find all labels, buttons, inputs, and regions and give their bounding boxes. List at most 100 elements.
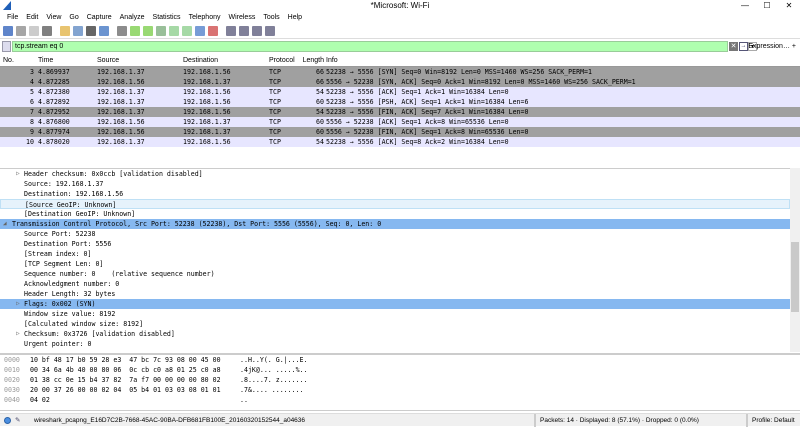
detail-line[interactable]: ▷ Header checksum: 0x0ccb [validation dis… [0, 169, 790, 179]
detail-text: Checksum: 0x3726 [validation disabled] [24, 330, 175, 338]
detail-line[interactable]: ▷ Checksum: 0x3726 [validation disabled] [0, 329, 790, 339]
menu-capture[interactable]: Capture [83, 12, 116, 24]
packet-len: 66 [316, 68, 324, 76]
reload-icon[interactable] [99, 26, 109, 36]
detail-line[interactable]: ▷ Flags: 0x002 (SYN) [0, 299, 790, 309]
resize-columns-icon[interactable] [265, 26, 275, 36]
capture-options-icon[interactable] [42, 26, 52, 36]
hex-ascii[interactable]: .. [240, 395, 248, 405]
packet-row[interactable]: 6 4.872892 192.168.1.37 192.168.1.56 TCP 60 52… [0, 97, 800, 107]
menu-analyze[interactable]: Analyze [116, 12, 149, 24]
packet-row[interactable]: 4 4.872285 192.168.1.56 192.168.1.37 TCP 66 55… [0, 77, 800, 87]
zoom-out-icon[interactable] [239, 26, 249, 36]
hex-ascii[interactable]: .8....7. z....... [240, 375, 308, 385]
hex-bytes[interactable]: 20 00 37 26 00 00 02 04 05 b4 01 03 03 0… [30, 385, 221, 395]
expression-button[interactable]: Expression… + [748, 41, 796, 52]
menu-telephony[interactable]: Telephony [185, 12, 225, 24]
apply-filter-icon[interactable]: → [739, 42, 748, 51]
column-header-source[interactable]: Source [97, 56, 119, 66]
menu-view[interactable]: View [42, 12, 65, 24]
detail-line: Source: 192.168.1.37 [0, 179, 790, 189]
column-header-length[interactable]: Length [302, 56, 324, 66]
detail-line: Source Port: 52238 [0, 229, 790, 239]
hex-bytes[interactable]: 10 bf 48 17 b0 59 28 e3 47 bc 7c 93 08 0… [30, 355, 221, 365]
bookmark-icon[interactable] [2, 41, 11, 52]
menu-file[interactable]: File [3, 12, 22, 24]
menu-help[interactable]: Help [284, 12, 306, 24]
hex-ascii[interactable]: .7&.... ........ [240, 385, 304, 395]
packet-row[interactable]: 5 4.872380 192.168.1.37 192.168.1.56 TCP 54 52… [0, 87, 800, 97]
packet-len: 66 [316, 78, 324, 86]
packet-len: 54 [316, 108, 324, 116]
main-toolbar [0, 24, 800, 39]
column-header-destination[interactable]: Destination [183, 56, 218, 66]
expander-icon[interactable]: ▷ [16, 299, 20, 309]
menu-go[interactable]: Go [65, 12, 82, 24]
display-filter-input[interactable]: tcp.stream eq 0 [12, 41, 728, 52]
close-file-icon[interactable] [86, 26, 96, 36]
display-filter-bar: tcp.stream eq 0 ✕ → ▾ Expression… + [0, 40, 800, 53]
menu-bar: File Edit View Go Capture Analyze Statistics Te… [0, 12, 800, 24]
colorize-icon[interactable] [208, 26, 218, 36]
stop-capture-icon[interactable] [16, 26, 26, 36]
packet-row[interactable]: 7 4.872952 192.168.1.37 192.168.1.56 TCP 54 52… [0, 107, 800, 117]
detail-line[interactable]: ◢ Transmission Control Protocol, Src Port… [0, 219, 790, 229]
menu-statistics[interactable]: Statistics [149, 12, 185, 24]
packet-len: 54 [316, 138, 324, 146]
packet-proto: TCP [269, 98, 281, 106]
expander-icon[interactable]: ▷ [16, 329, 20, 339]
hex-ascii[interactable]: .4jK@... .....%.. [240, 365, 308, 375]
detail-text: Sequence number: 0 (relative sequence nu… [24, 270, 215, 278]
hex-bytes[interactable]: 00 34 6a 4b 40 00 80 06 0c cb c0 a8 01 2… [30, 365, 221, 375]
zoom-normal-icon[interactable] [252, 26, 262, 36]
hex-offset: 0000 [4, 356, 20, 364]
detail-line: Destination Port: 5556 [0, 239, 790, 249]
column-header-protocol[interactable]: Protocol [269, 56, 295, 66]
menu-wireless[interactable]: Wireless [224, 12, 259, 24]
packet-list: 3 4.869937 192.168.1.37 192.168.1.56 TCP 66 52… [0, 67, 800, 147]
packet-info: 5556 → 52238 [ACK] Seq=1 Ack=8 Win=65536… [326, 118, 509, 126]
detail-text: [Calculated window size: 8192] [24, 320, 144, 328]
profile-label[interactable]: Profile: Default [746, 414, 795, 427]
column-header-time[interactable]: Time [38, 56, 53, 66]
packet-row[interactable]: 3 4.869937 192.168.1.37 192.168.1.56 TCP 66 52… [0, 67, 800, 77]
autoscroll-icon[interactable] [195, 26, 205, 36]
hex-bytes[interactable]: 01 38 cc 0e 15 b4 37 82 7a f7 00 00 00 0… [30, 375, 221, 385]
open-file-icon[interactable] [60, 26, 70, 36]
capture-comment-icon[interactable]: ✎ [15, 414, 20, 427]
expander-icon[interactable]: ◢ [3, 219, 7, 229]
go-last-icon[interactable] [182, 26, 192, 36]
menu-tools[interactable]: Tools [259, 12, 283, 24]
column-header-info[interactable]: Info [326, 56, 338, 66]
zoom-in-icon[interactable] [226, 26, 236, 36]
capture-file-name: wireshark_pcapng_E16D7C2B-7668-45AC-90BA… [34, 417, 306, 424]
details-scrollbar[interactable] [790, 168, 800, 352]
expert-info-icon[interactable] [4, 417, 11, 424]
packet-row[interactable]: 9 4.877974 192.168.1.56 192.168.1.37 TCP 60 55… [0, 127, 800, 137]
packet-row[interactable]: 10 4.878020 192.168.1.37 192.168.1.56 TCP 54 5… [0, 137, 800, 147]
go-to-packet-icon[interactable] [156, 26, 166, 36]
hex-bytes[interactable]: 04 02 [30, 395, 50, 405]
hex-ascii[interactable]: ..H..Y(. G.|...E. [240, 355, 308, 365]
packet-row[interactable]: 8 4.876800 192.168.1.56 192.168.1.37 TCP 60 55… [0, 117, 800, 127]
add-filter-button[interactable]: + [792, 43, 796, 50]
save-file-icon[interactable] [73, 26, 83, 36]
packet-dst: 192.168.1.56 [183, 88, 231, 96]
packet-no: 10 [26, 138, 34, 146]
packet-len: 60 [316, 98, 324, 106]
packet-time: 4.872285 [38, 78, 70, 86]
find-packet-icon[interactable] [117, 26, 127, 36]
start-capture-icon[interactable] [3, 26, 13, 36]
expander-icon[interactable]: ▷ [16, 169, 20, 179]
clear-filter-icon[interactable]: ✕ [729, 42, 738, 51]
go-first-icon[interactable] [169, 26, 179, 36]
go-forward-icon[interactable] [143, 26, 153, 36]
column-header-no[interactable]: No. [3, 56, 37, 66]
close-button[interactable]: ✕ [778, 0, 800, 12]
go-back-icon[interactable] [130, 26, 140, 36]
menu-edit[interactable]: Edit [22, 12, 42, 24]
restart-capture-icon[interactable] [29, 26, 39, 36]
minimize-button[interactable]: — [734, 0, 756, 12]
maximize-button[interactable]: ☐ [756, 0, 778, 12]
scrollbar-thumb[interactable] [791, 242, 799, 312]
